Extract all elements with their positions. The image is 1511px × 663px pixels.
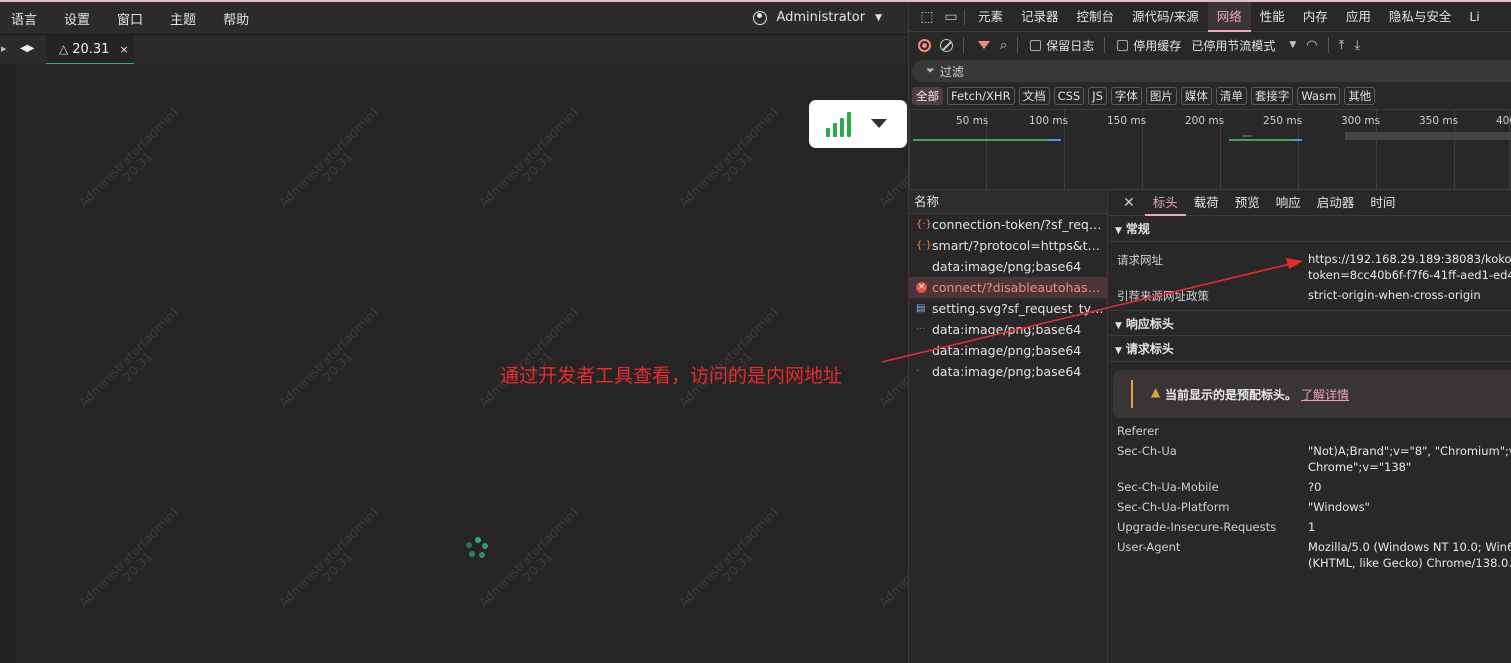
window-top-accent (0, 0, 1511, 2)
annotation-arrow (881, 258, 1303, 363)
